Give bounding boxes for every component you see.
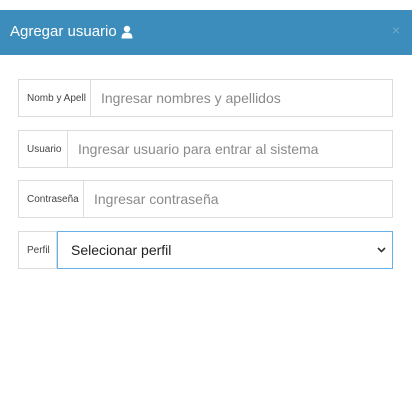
fullname-input[interactable] (91, 80, 392, 116)
fullname-field: Nomb y Apell (18, 79, 393, 117)
fullname-label: Nomb y Apell (19, 80, 91, 116)
modal-title-text: Agregar usuario (10, 23, 117, 40)
modal-title: Agregar usuario (10, 23, 133, 41)
profile-select[interactable]: Selecionar perfil (57, 231, 393, 269)
username-label: Usuario (19, 131, 68, 167)
password-field: Contraseña (18, 180, 393, 218)
username-input[interactable] (68, 131, 392, 167)
profile-select-value: Selecionar perfil (71, 242, 172, 258)
add-user-modal: Agregar usuario × Nomb y Apell Usuario C… (0, 0, 412, 407)
close-button[interactable]: × (392, 22, 400, 38)
user-icon (121, 25, 133, 39)
profile-label: Perfil (19, 232, 57, 268)
chevron-down-icon (377, 247, 386, 253)
password-label: Contraseña (19, 181, 84, 217)
profile-field: Perfil Selecionar perfil (18, 231, 393, 269)
username-field: Usuario (18, 130, 393, 168)
modal-header: Agregar usuario × (0, 10, 412, 55)
password-input[interactable] (84, 181, 392, 217)
